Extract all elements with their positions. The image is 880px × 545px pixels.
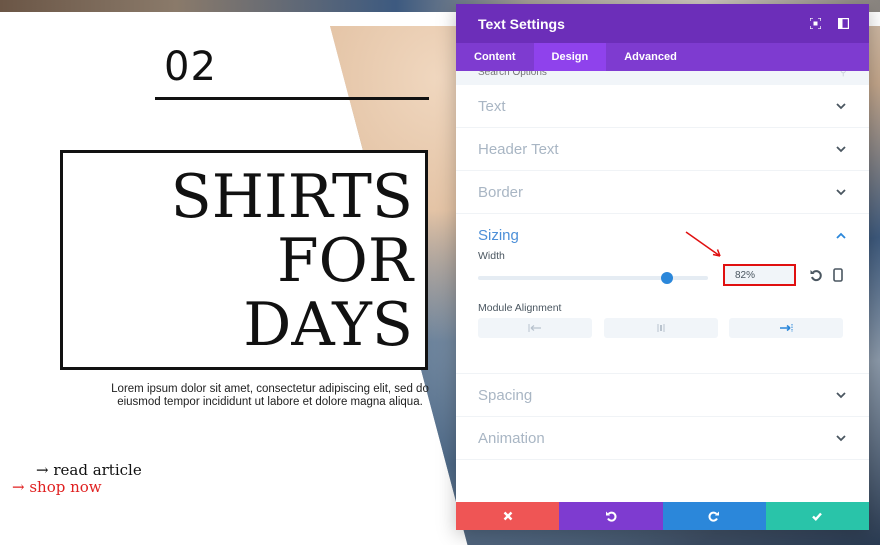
section-number: 02 (164, 44, 217, 90)
width-slider[interactable] (478, 272, 708, 284)
headline-line: SHIRTS (170, 162, 413, 232)
headline-text: SHIRTS FOR DAYS (171, 165, 413, 357)
sidebar-toggle-icon[interactable] (829, 4, 857, 43)
section-sizing: Sizing Width Module Alignment (456, 214, 869, 374)
body-paragraph: Lorem ipsum dolor sit amet, consectetur … (111, 383, 429, 408)
align-center-button[interactable] (603, 318, 718, 338)
cancel-button[interactable] (456, 502, 560, 530)
modal-footer (456, 502, 869, 530)
width-label: Width (478, 250, 505, 262)
headline-module[interactable]: SHIRTS FOR DAYS (60, 150, 428, 370)
reset-icon[interactable] (809, 268, 823, 282)
number-underline (155, 97, 429, 100)
tab-design[interactable]: Design (533, 43, 607, 71)
responsive-phone-icon[interactable] (833, 268, 843, 282)
chevron-down-icon (835, 100, 847, 112)
close-icon (503, 511, 512, 521)
width-value-input[interactable] (723, 264, 796, 286)
headline-line: DAYS (243, 290, 413, 360)
section-title: Sizing (478, 227, 519, 244)
chevron-down-icon (835, 186, 847, 198)
modal-tabs: Content Design Advanced (456, 43, 869, 71)
align-right-icon (780, 324, 793, 332)
headline-line: FOR (277, 226, 413, 296)
chevron-down-icon (835, 389, 847, 401)
slider-thumb[interactable] (660, 272, 673, 284)
undo-button[interactable] (559, 502, 663, 530)
section-animation[interactable]: Animation (456, 417, 869, 460)
redo-icon (708, 511, 720, 522)
section-title: Border (478, 183, 524, 201)
search-icon[interactable]: ⚲ (840, 71, 847, 78)
align-center-icon (657, 324, 664, 332)
align-left-icon (528, 324, 541, 332)
shop-now-link[interactable]: → shop now (12, 478, 102, 496)
sizing-header[interactable]: Sizing (478, 214, 847, 257)
undo-icon (605, 511, 617, 522)
search-bar: ⚲ (456, 71, 869, 85)
section-text[interactable]: Text (456, 85, 869, 128)
check-icon (812, 512, 823, 522)
expand-icon[interactable] (801, 4, 829, 43)
section-title: Text (478, 97, 506, 115)
redo-button[interactable] (662, 502, 766, 530)
chevron-down-icon (835, 432, 847, 444)
annotation-arrow-icon (685, 231, 721, 257)
save-button[interactable] (765, 502, 869, 530)
tab-content[interactable]: Content (456, 43, 534, 71)
section-border[interactable]: Border (456, 171, 869, 214)
align-left-button[interactable] (478, 318, 592, 338)
alignment-buttons (478, 318, 843, 338)
modal-title: Text Settings (478, 15, 565, 32)
search-input[interactable] (478, 71, 840, 79)
section-title: Animation (478, 429, 545, 447)
section-title: Spacing (478, 386, 533, 404)
section-spacing[interactable]: Spacing (456, 374, 869, 417)
section-title: Header Text (478, 140, 559, 158)
module-alignment-label: Module Alignment (478, 302, 562, 314)
tab-advanced[interactable]: Advanced (606, 43, 695, 71)
chevron-down-icon (835, 143, 847, 155)
text-settings-modal: Text Settings Content Design Advanced ⚲ … (456, 4, 869, 530)
align-right-button[interactable] (729, 318, 843, 338)
read-article-link[interactable]: → read article (36, 461, 142, 479)
chevron-up-icon (835, 230, 847, 242)
modal-header: Text Settings (456, 4, 869, 43)
section-header-text[interactable]: Header Text (456, 128, 869, 171)
